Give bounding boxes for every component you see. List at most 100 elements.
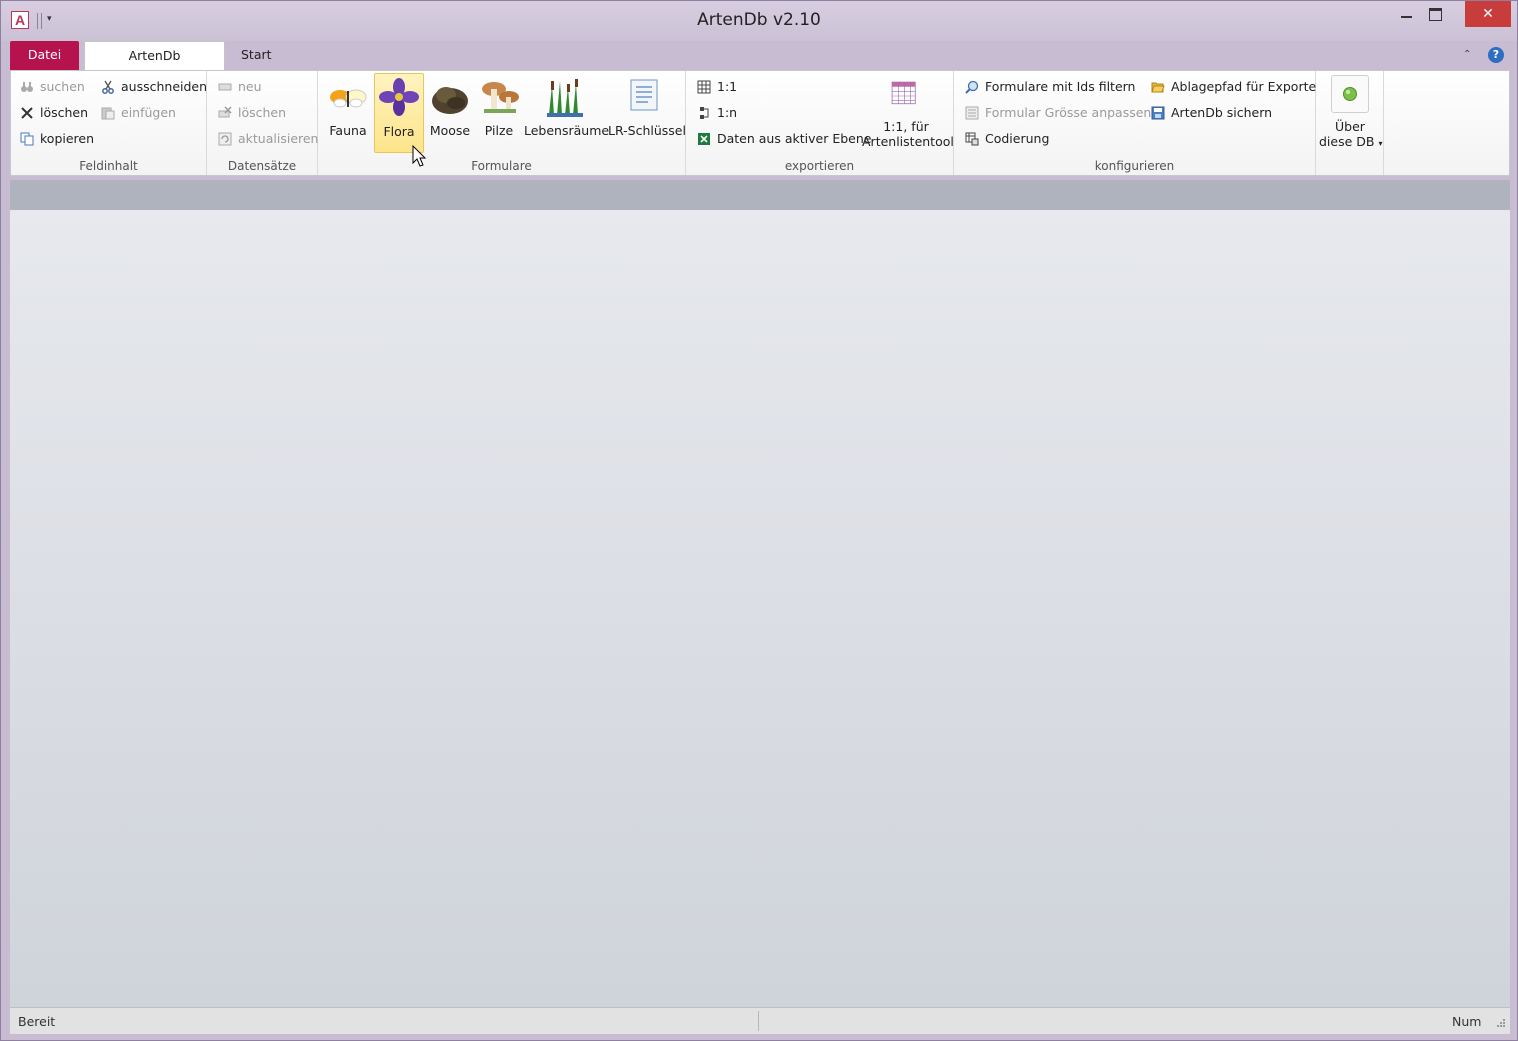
- code-table-icon: [965, 132, 979, 146]
- delete-x-icon: [21, 107, 33, 119]
- scissors-icon: [102, 80, 114, 94]
- status-separator: [758, 1011, 759, 1031]
- status-text: Bereit: [18, 1014, 56, 1029]
- artenlistentool-label-2: Artenlistentool: [862, 134, 954, 149]
- export-1-n-label: 1:n: [717, 105, 738, 120]
- excel-icon: [698, 133, 710, 145]
- ablagepfad-label: Ablagepfad für Exporte: [1171, 79, 1317, 94]
- form-resize-icon: [965, 106, 979, 120]
- window-title: ArtenDb v2.10: [697, 10, 821, 30]
- ausschneiden-label: ausschneiden: [121, 79, 208, 94]
- filter-search-icon: [965, 80, 979, 94]
- refresh-icon: [218, 132, 232, 146]
- codierung-label: Codierung: [985, 131, 1050, 146]
- green-status-icon: [1343, 87, 1357, 101]
- loeschen-record-button[interactable]: löschen: [217, 102, 286, 124]
- fauna-button[interactable]: Fauna: [324, 73, 372, 153]
- maximize-icon: [1428, 7, 1442, 21]
- fauna-label: Fauna: [329, 123, 367, 138]
- dropdown-arrow-icon: ▾: [1378, 139, 1383, 148]
- help-icon[interactable]: ?: [1488, 47, 1504, 63]
- flora-button[interactable]: Flora: [374, 73, 424, 153]
- artendb-sichern-button[interactable]: ArtenDb sichern: [1150, 102, 1272, 124]
- neu-label: neu: [238, 79, 262, 94]
- grid-table-icon: [891, 81, 916, 105]
- einfuegen-label: einfügen: [121, 105, 176, 120]
- document-area: [10, 210, 1510, 1007]
- export-1-n-button[interactable]: 1:n: [696, 102, 737, 124]
- formular-groesse-button[interactable]: Formular Grösse anpassen: [964, 102, 1151, 124]
- lebensraeume-label: Lebensräume: [524, 123, 610, 138]
- group-feldinhalt: suchen löschen kopieren ausschneiden ein…: [11, 71, 207, 175]
- suchen-button[interactable]: suchen: [19, 76, 85, 98]
- ueber-diese-db-button[interactable]: Über diese DB ▾: [1319, 75, 1383, 155]
- tab-artendb-menuband[interactable]: ArtenDb Menüband: [84, 41, 225, 91]
- document-icon: [630, 79, 658, 111]
- neu-button[interactable]: neu: [217, 76, 262, 98]
- table-icon: [697, 80, 711, 94]
- loeschen-field-button[interactable]: löschen: [19, 102, 88, 124]
- artenlistentool-label-1: 1:1, für: [883, 119, 929, 134]
- open-folder-icon: [1151, 82, 1165, 93]
- aktualisieren-button[interactable]: aktualisieren: [217, 128, 318, 150]
- save-disk-icon: [1151, 106, 1165, 120]
- copy-icon: [20, 132, 34, 146]
- lebensraeume-button[interactable]: Lebensräume: [524, 73, 610, 153]
- group-about: Über diese DB ▾: [1316, 71, 1384, 175]
- moss-icon: [432, 87, 468, 114]
- lr-schluessel-button[interactable]: LR-Schlüssel: [608, 73, 686, 153]
- minimize-icon: [1400, 16, 1412, 18]
- title-bar: A ▾ ArtenDb v2.10 ✕: [1, 1, 1517, 41]
- ribbon: suchen löschen kopieren ausschneiden ein…: [10, 70, 1510, 176]
- export-aktive-ebene-label: Daten aus aktiver Ebene: [717, 131, 872, 146]
- artendb-sichern-label: ArtenDb sichern: [1171, 105, 1273, 120]
- ausschneiden-button[interactable]: ausschneiden: [100, 76, 207, 98]
- status-bar: Bereit Num: [10, 1007, 1510, 1034]
- group-label-formulare: Formulare: [471, 159, 532, 173]
- close-button[interactable]: ✕: [1465, 1, 1511, 27]
- flower-icon: [379, 78, 419, 116]
- tab-start[interactable]: Start: [229, 41, 279, 70]
- binoculars-icon: [21, 82, 33, 92]
- group-konfigurieren: Formulare mit Ids filtern Formular Gröss…: [954, 71, 1316, 175]
- app-window: A ▾ ArtenDb v2.10 ✕ Datei ArtenDb Menüba…: [0, 0, 1518, 1041]
- ribbon-tabs: Datei ArtenDb Menüband Start ⌃ ?: [1, 41, 1517, 91]
- pilze-button[interactable]: Pilze: [478, 73, 520, 153]
- export-aktive-ebene-button[interactable]: Daten aus aktiver Ebene: [696, 128, 871, 150]
- group-label-feldinhalt: Feldinhalt: [79, 159, 138, 173]
- suchen-label: suchen: [40, 79, 85, 94]
- loeschen-field-label: löschen: [40, 105, 89, 120]
- einfuegen-button[interactable]: einfügen: [100, 102, 176, 124]
- tab-file[interactable]: Datei: [10, 41, 79, 70]
- group-datensaetze: neu löschen aktualisieren Datensätze: [207, 71, 318, 175]
- export-artenlistentool-button[interactable]: 1:1, für Artenlistentool: [862, 73, 954, 153]
- kopieren-button[interactable]: kopieren: [19, 128, 94, 150]
- group-label-datensaetze: Datensätze: [227, 159, 297, 173]
- paste-icon: [101, 107, 115, 120]
- ueber-label-2: diese DB ▾: [1319, 134, 1383, 149]
- export-1-1-button[interactable]: 1:1: [696, 76, 737, 98]
- ablagepfad-button[interactable]: Ablagepfad für Exporte: [1150, 76, 1316, 98]
- about-icon-frame: [1331, 75, 1369, 113]
- moose-label: Moose: [429, 123, 471, 138]
- moose-button[interactable]: Moose: [426, 73, 474, 153]
- aktualisieren-label: aktualisieren: [238, 131, 319, 146]
- codierung-button[interactable]: Codierung: [964, 128, 1049, 150]
- group-label-konfigurieren: konfigurieren: [1094, 159, 1175, 173]
- wetland-icon: [547, 79, 583, 117]
- lr-schluessel-label: LR-Schlüssel: [608, 123, 686, 138]
- group-formulare: Fauna Flora Moose Pilze Lebensräume LR-S…: [318, 71, 686, 175]
- num-lock-indicator: Num: [1452, 1014, 1482, 1029]
- maximize-button[interactable]: [1418, 1, 1452, 27]
- flora-label: Flora: [383, 124, 415, 139]
- collapse-ribbon-icon[interactable]: ⌃: [1463, 49, 1471, 60]
- ueber-label-2-text: diese DB: [1319, 134, 1375, 149]
- close-icon: ✕: [1482, 6, 1494, 22]
- new-record-icon: [218, 83, 232, 91]
- resize-grip-icon[interactable]: [1496, 1018, 1506, 1028]
- formulare-ids-filtern-label: Formulare mit Ids filtern: [985, 79, 1136, 94]
- loeschen-record-label: löschen: [238, 105, 287, 120]
- formulare-ids-filtern-button[interactable]: Formulare mit Ids filtern: [964, 76, 1135, 98]
- kopieren-label: kopieren: [40, 131, 95, 146]
- mouse-cursor-icon: [412, 145, 427, 167]
